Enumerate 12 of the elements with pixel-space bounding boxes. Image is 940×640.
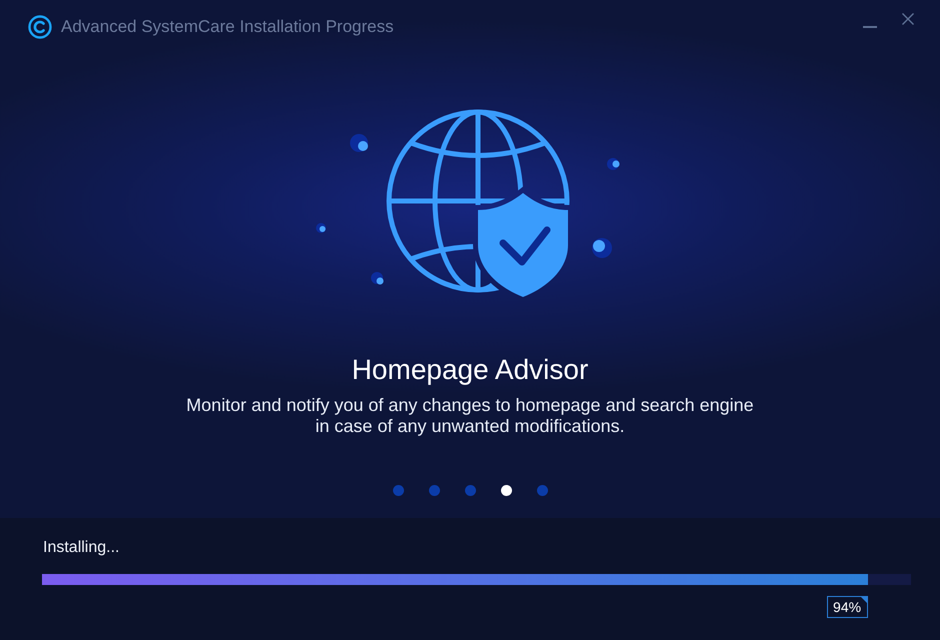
window-title: Advanced SystemCare Installation Progress — [61, 16, 394, 38]
orb-icon — [316, 223, 327, 234]
feature-description: Monitor and notify you of any changes to homepage and search engine in case of any unwanted modifications. — [185, 395, 755, 437]
orb-icon — [371, 272, 385, 286]
status-label: Installing... — [43, 538, 120, 558]
orb-icon — [607, 157, 621, 171]
minimize-icon — [863, 26, 877, 28]
feature-title: Homepage Advisor — [352, 353, 588, 387]
logo-icon — [28, 15, 52, 39]
progress-percent: 94% — [833, 599, 862, 615]
close-icon — [902, 13, 914, 25]
orb-icon — [590, 236, 612, 258]
